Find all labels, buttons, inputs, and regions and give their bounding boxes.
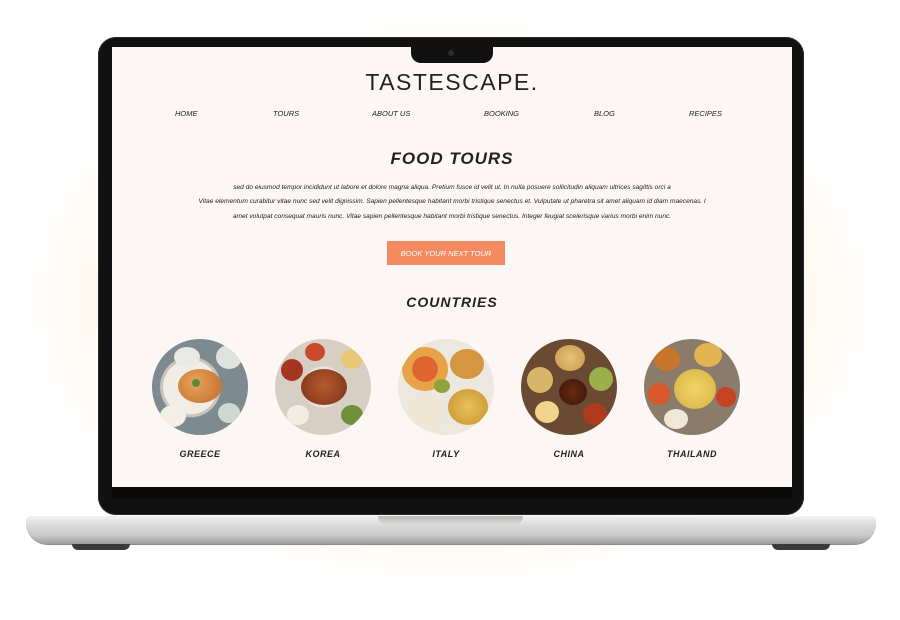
site-logo[interactable]: TASTESCAPE. [112, 69, 792, 96]
laptop-foot-right [772, 544, 830, 550]
screen-bezel-bottom [112, 487, 792, 499]
country-label-korea[interactable]: KOREA [275, 449, 371, 459]
country-card-italy[interactable]: ITALY [398, 339, 494, 459]
country-card-thailand[interactable]: THAILAND [644, 339, 740, 459]
laptop-opening-lip [378, 516, 523, 525]
italian-dish-photo[interactable] [398, 339, 494, 435]
nav-home[interactable]: HOME [175, 109, 198, 118]
country-card-china[interactable]: CHINA [521, 339, 617, 459]
country-card-greece[interactable]: GREECE [152, 339, 248, 459]
nav-booking[interactable]: BOOKING [484, 109, 519, 118]
hero-text-line-2: Vitae elementum curabitur vitae nunc sed… [198, 198, 706, 205]
country-label-greece[interactable]: GREECE [152, 449, 248, 459]
hero-text-line-3: amet volutpat consequat mauris nunc. Vit… [232, 213, 672, 220]
country-label-china[interactable]: CHINA [521, 449, 617, 459]
laptop-screen: TASTESCAPE. HOME TOURS ABOUT US BOOKING … [112, 47, 792, 487]
hero-text-line-1: sed do eiusmod tempor incididunt ut labo… [233, 184, 671, 191]
countries-title: COUNTRIES [406, 294, 498, 310]
hero-title: FOOD TOURS [390, 149, 514, 168]
greek-dish-photo[interactable] [152, 339, 248, 435]
thai-dish-photo[interactable] [644, 339, 740, 435]
chinese-dish-photo[interactable] [521, 339, 617, 435]
nav-about-us[interactable]: ABOUT US [372, 109, 410, 118]
screen-notch [411, 45, 493, 63]
camera-icon [448, 50, 454, 56]
korean-dish-photo[interactable] [275, 339, 371, 435]
book-tour-button[interactable]: BOOK YOUR NEXT TOUR [387, 241, 505, 265]
nav-tours[interactable]: TOURS [273, 109, 299, 118]
laptop-foot-left [72, 544, 130, 550]
nav-blog[interactable]: BLOG [594, 109, 615, 118]
country-label-italy[interactable]: ITALY [398, 449, 494, 459]
country-label-thailand[interactable]: THAILAND [644, 449, 740, 459]
main-nav: HOME TOURS ABOUT US BOOKING BLOG RECIPES [112, 109, 792, 123]
nav-recipes[interactable]: RECIPES [689, 109, 722, 118]
country-card-korea[interactable]: KOREA [275, 339, 371, 459]
